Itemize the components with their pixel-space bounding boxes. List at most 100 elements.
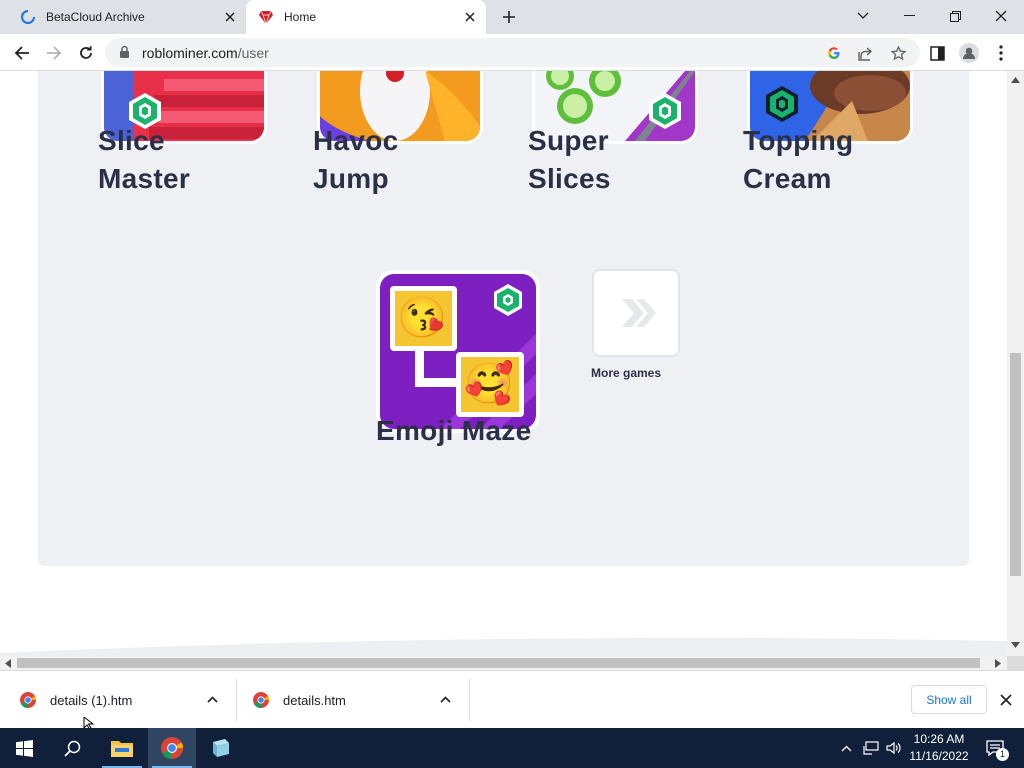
game-title-line: Topping: [743, 125, 854, 156]
profile-button[interactable]: [956, 40, 982, 66]
page-viewport: Slice Master Havoc Jump Super Slices Top…: [0, 71, 1007, 656]
robux-badge-icon: [766, 86, 798, 122]
tab-search-button[interactable]: [840, 0, 886, 32]
robux-badge-icon: [649, 93, 681, 129]
profile-avatar-icon: [959, 43, 979, 63]
start-button[interactable]: [0, 728, 48, 768]
download-item[interactable]: details (1).htm: [20, 671, 230, 729]
close-downloads-icon[interactable]: [1000, 694, 1012, 706]
scrollbar-corner: [1007, 656, 1024, 670]
chrome-menu-button[interactable]: [988, 40, 1014, 66]
address-bar[interactable]: roblominer.com/user: [105, 38, 920, 67]
forward-button[interactable]: [41, 40, 67, 66]
app-taskbar-button[interactable]: [196, 728, 244, 768]
windows-taskbar: 10:26 AM 11/16/2022 1: [0, 728, 1024, 768]
horizontal-scrollbar[interactable]: [0, 656, 1007, 670]
download-separator: [469, 679, 470, 721]
chrome-file-icon: [20, 692, 36, 708]
google-translate-icon[interactable]: [824, 43, 844, 63]
new-tab-button[interactable]: [497, 6, 521, 28]
clock-time: 10:26 AM: [913, 732, 965, 746]
tab-title: Home: [284, 10, 317, 24]
volume-tray-button[interactable]: [883, 728, 905, 768]
system-clock[interactable]: 10:26 AM 11/16/2022: [904, 731, 974, 765]
more-games-label[interactable]: More games: [591, 366, 661, 380]
app-cube-icon: [213, 739, 229, 757]
game-title-line: Slice: [98, 125, 165, 156]
game-title-slice-master[interactable]: Slice Master: [98, 122, 190, 198]
tab-home[interactable]: Home: [246, 0, 486, 34]
chevron-down-icon: [857, 12, 869, 19]
restore-button[interactable]: [932, 0, 978, 32]
share-icon[interactable]: [855, 43, 875, 63]
url-host: roblominer.com: [142, 45, 238, 61]
scroll-left-arrow-icon[interactable]: [5, 659, 11, 668]
browser-toolbar: roblominer.com/user: [0, 34, 1024, 71]
games-card: Slice Master Havoc Jump Super Slices Top…: [38, 71, 969, 566]
game-title-super-slices[interactable]: Super Slices: [528, 122, 611, 198]
search-button[interactable]: [48, 728, 96, 768]
game-title-topping-cream[interactable]: Topping Cream: [743, 122, 853, 198]
reload-button[interactable]: [73, 40, 99, 66]
lock-icon: [120, 45, 129, 58]
minimize-icon: [903, 15, 915, 16]
game-title-line: Slices: [528, 163, 611, 194]
tab-title: BetaCloud Archive: [46, 10, 145, 24]
tab-strip: BetaCloud Archive Home: [0, 0, 1024, 34]
file-explorer-button[interactable]: [98, 728, 146, 768]
emoji-maze-thumbnail[interactable]: 😘 🥰: [380, 274, 536, 429]
action-center-button[interactable]: 1: [980, 728, 1010, 768]
download-filename: details (1).htm: [50, 692, 133, 708]
show-all-downloads-button[interactable]: Show all: [911, 685, 987, 714]
close-tab-icon[interactable]: [460, 7, 480, 27]
page-divider-wave: [0, 637, 1007, 656]
vertical-scroll-thumb[interactable]: [1010, 353, 1021, 576]
kissing-face-emoji: 😘: [397, 296, 447, 340]
back-button[interactable]: [9, 40, 35, 66]
download-separator: [236, 679, 237, 721]
tab-betacloud-archive[interactable]: BetaCloud Archive: [8, 0, 246, 34]
chevron-up-icon: [841, 745, 851, 751]
chevron-up-icon[interactable]: [440, 696, 451, 703]
game-title-line: Super: [528, 125, 609, 156]
side-panel-button[interactable]: [924, 40, 950, 66]
folder-icon: [111, 741, 133, 757]
scroll-down-arrow-icon[interactable]: [1011, 642, 1020, 648]
scroll-right-arrow-icon[interactable]: [995, 659, 1001, 668]
game-title-havoc-jump[interactable]: Havoc Jump: [313, 122, 399, 198]
kebab-menu-icon: [999, 45, 1003, 61]
minimize-button[interactable]: [886, 0, 932, 32]
download-filename: details.htm: [283, 692, 346, 708]
network-tray-button[interactable]: [860, 728, 882, 768]
loading-spinner-icon: [21, 10, 35, 24]
horizontal-scroll-thumb[interactable]: [17, 658, 980, 668]
game-title-line: Jump: [313, 163, 389, 194]
bookmark-star-icon[interactable]: [888, 43, 908, 63]
game-title-line: Master: [98, 163, 191, 194]
game-title-line: Emoji Maze: [376, 415, 532, 446]
side-panel-icon: [929, 45, 945, 61]
game-title-emoji-maze[interactable]: Emoji Maze: [376, 412, 531, 450]
more-games-button[interactable]: [592, 269, 680, 357]
close-icon: [995, 10, 1007, 22]
game-title-line: Havoc: [313, 125, 399, 156]
download-item[interactable]: details.htm: [253, 671, 463, 729]
arrow-right-icon: [47, 46, 62, 60]
scroll-up-arrow-icon[interactable]: [1011, 77, 1020, 83]
double-chevron-right-icon: [622, 299, 656, 327]
chrome-file-icon: [253, 692, 269, 708]
downloads-bar: details (1).htm details.htm Show all: [0, 670, 1024, 729]
close-tab-icon[interactable]: [220, 7, 240, 27]
chrome-taskbar-button[interactable]: [148, 728, 196, 768]
plus-icon: [503, 11, 515, 23]
show-hidden-icons-button[interactable]: [836, 728, 856, 768]
game-title-line: Cream: [743, 163, 832, 194]
speaker-icon: [886, 741, 901, 755]
vertical-scrollbar[interactable]: [1007, 71, 1024, 656]
notification-count-badge: 1: [996, 748, 1009, 761]
close-window-button[interactable]: [978, 0, 1024, 32]
restore-icon: [949, 10, 961, 22]
chevron-up-icon[interactable]: [207, 696, 218, 703]
ruby-favicon-icon: [259, 10, 273, 25]
url-path: /user: [237, 45, 269, 61]
